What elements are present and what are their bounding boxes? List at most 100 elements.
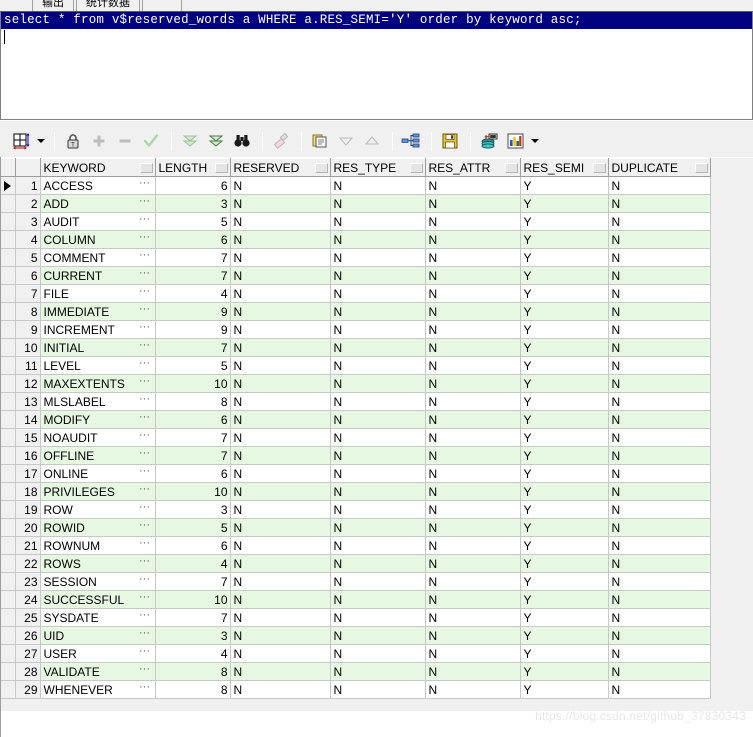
database-export-icon[interactable]	[477, 129, 501, 153]
cell-length[interactable]: 9	[155, 320, 231, 339]
cell-res-semi[interactable]: Y	[520, 428, 609, 447]
cell-keyword[interactable]: ACCESS ···	[40, 176, 156, 195]
row-selector-cell[interactable]	[0, 500, 16, 519]
table-row[interactable]: 25 SYSDATE ··· 7 N N N Y N	[0, 608, 711, 627]
cell-keyword[interactable]: ROWS ···	[40, 554, 156, 573]
table-row[interactable]: 8 IMMEDIATE ··· 9 N N N Y N	[0, 302, 711, 321]
cell-editor-ellipsis-icon[interactable]: ···	[138, 663, 152, 680]
row-selector-cell[interactable]	[0, 662, 16, 681]
cell-keyword[interactable]: LEVEL ···	[40, 356, 156, 375]
cell-keyword[interactable]: ADD ···	[40, 194, 156, 213]
cell-keyword[interactable]: MLSLABEL ···	[40, 392, 156, 411]
row-selector-cell[interactable]	[0, 680, 16, 699]
table-row[interactable]: 9 INCREMENT ··· 9 N N N Y N	[0, 320, 711, 339]
table-row[interactable]: 1 ACCESS ··· 6 N N N Y N	[0, 176, 711, 195]
cell-res-semi[interactable]: Y	[520, 338, 609, 357]
cell-duplicate[interactable]: N	[608, 500, 711, 519]
row-selector-cell[interactable]	[0, 608, 16, 627]
cell-reserved[interactable]: N	[230, 176, 331, 195]
cell-keyword[interactable]: NOAUDIT ···	[40, 428, 156, 447]
cell-res-type[interactable]: N	[330, 482, 426, 501]
row-selector-cell[interactable]	[0, 266, 16, 285]
table-row[interactable]: 21 ROWNUM ··· 6 N N N Y N	[0, 536, 711, 555]
cell-duplicate[interactable]: N	[608, 518, 711, 537]
cell-res-type[interactable]: N	[330, 608, 426, 627]
cell-res-semi[interactable]: Y	[520, 518, 609, 537]
cell-length[interactable]: 3	[155, 500, 231, 519]
table-row[interactable]: 4 COLUMN ··· 6 N N N Y N	[0, 230, 711, 249]
cell-res-semi[interactable]: Y	[520, 212, 609, 231]
cell-res-type[interactable]: N	[330, 230, 426, 249]
column-resizer-duplicate[interactable]	[694, 163, 708, 173]
row-selector-cell[interactable]	[0, 644, 16, 663]
cell-length[interactable]: 6	[155, 176, 231, 195]
cell-keyword[interactable]: INITIAL ···	[40, 338, 156, 357]
cell-duplicate[interactable]: N	[608, 428, 711, 447]
row-selector-cell[interactable]	[0, 410, 16, 429]
cell-keyword[interactable]: MODIFY ···	[40, 410, 156, 429]
cell-res-type[interactable]: N	[330, 518, 426, 537]
row-selector-cell[interactable]	[0, 554, 16, 573]
cell-duplicate[interactable]: N	[608, 194, 711, 213]
row-selector-cell[interactable]	[0, 194, 16, 213]
cell-duplicate[interactable]: N	[608, 482, 711, 501]
chart-icon[interactable]	[503, 129, 527, 153]
cell-res-attr[interactable]: N	[425, 590, 521, 609]
cell-reserved[interactable]: N	[230, 572, 331, 591]
cell-keyword[interactable]: SYSDATE ···	[40, 608, 156, 627]
row-selector-cell[interactable]	[0, 482, 16, 501]
cell-res-type[interactable]: N	[330, 428, 426, 447]
cell-length[interactable]: 7	[155, 266, 231, 285]
fetch-next-icon[interactable]	[204, 129, 228, 153]
table-row[interactable]: 3 AUDIT ··· 5 N N N Y N	[0, 212, 711, 231]
cell-editor-ellipsis-icon[interactable]: ···	[138, 249, 152, 266]
cell-duplicate[interactable]: N	[608, 572, 711, 591]
cell-duplicate[interactable]: N	[608, 176, 711, 195]
cell-editor-ellipsis-icon[interactable]: ···	[138, 321, 152, 338]
table-row[interactable]: 6 CURRENT ··· 7 N N N Y N	[0, 266, 711, 285]
cell-keyword[interactable]: ONLINE ···	[40, 464, 156, 483]
cell-res-attr[interactable]: N	[425, 374, 521, 393]
table-row[interactable]: 27 USER ··· 4 N N N Y N	[0, 644, 711, 663]
column-header-length[interactable]: LENGTH	[155, 158, 231, 177]
cell-editor-ellipsis-icon[interactable]: ···	[138, 411, 152, 428]
cell-res-semi[interactable]: Y	[520, 608, 609, 627]
cell-res-type[interactable]: N	[330, 662, 426, 681]
table-row[interactable]: 7 FILE ··· 4 N N N Y N	[0, 284, 711, 303]
cell-keyword[interactable]: UID ···	[40, 626, 156, 645]
cell-duplicate[interactable]: N	[608, 644, 711, 663]
cell-res-attr[interactable]: N	[425, 266, 521, 285]
cell-keyword[interactable]: SESSION ···	[40, 572, 156, 591]
row-selector-cell[interactable]	[0, 536, 16, 555]
cell-length[interactable]: 6	[155, 464, 231, 483]
cell-length[interactable]: 7	[155, 608, 231, 627]
cell-duplicate[interactable]: N	[608, 374, 711, 393]
cell-reserved[interactable]: N	[230, 284, 331, 303]
save-icon[interactable]	[438, 129, 462, 153]
cell-reserved[interactable]: N	[230, 680, 331, 699]
sql-statement-line[interactable]: select * from v$reserved_words a WHERE a…	[1, 12, 752, 29]
cell-res-semi[interactable]: Y	[520, 644, 609, 663]
row-selector-cell[interactable]	[0, 338, 16, 357]
cell-reserved[interactable]: N	[230, 518, 331, 537]
row-selector-cell[interactable]	[0, 230, 16, 249]
cell-reserved[interactable]: N	[230, 320, 331, 339]
cell-editor-ellipsis-icon[interactable]: ···	[138, 393, 152, 410]
row-selector-cell[interactable]	[0, 446, 16, 465]
cell-length[interactable]: 5	[155, 212, 231, 231]
cell-res-semi[interactable]: Y	[520, 500, 609, 519]
cell-duplicate[interactable]: N	[608, 680, 711, 699]
cell-length[interactable]: 10	[155, 590, 231, 609]
cell-reserved[interactable]: N	[230, 644, 331, 663]
cell-res-attr[interactable]: N	[425, 680, 521, 699]
cell-res-semi[interactable]: Y	[520, 230, 609, 249]
cell-res-attr[interactable]: N	[425, 572, 521, 591]
cell-keyword[interactable]: OFFLINE ···	[40, 446, 156, 465]
cell-editor-ellipsis-icon[interactable]: ···	[138, 627, 152, 644]
cell-reserved[interactable]: N	[230, 428, 331, 447]
cell-length[interactable]: 9	[155, 302, 231, 321]
cell-length[interactable]: 8	[155, 680, 231, 699]
row-selector-cell[interactable]	[0, 374, 16, 393]
cell-duplicate[interactable]: N	[608, 284, 711, 303]
row-selector-cell[interactable]	[0, 356, 16, 375]
